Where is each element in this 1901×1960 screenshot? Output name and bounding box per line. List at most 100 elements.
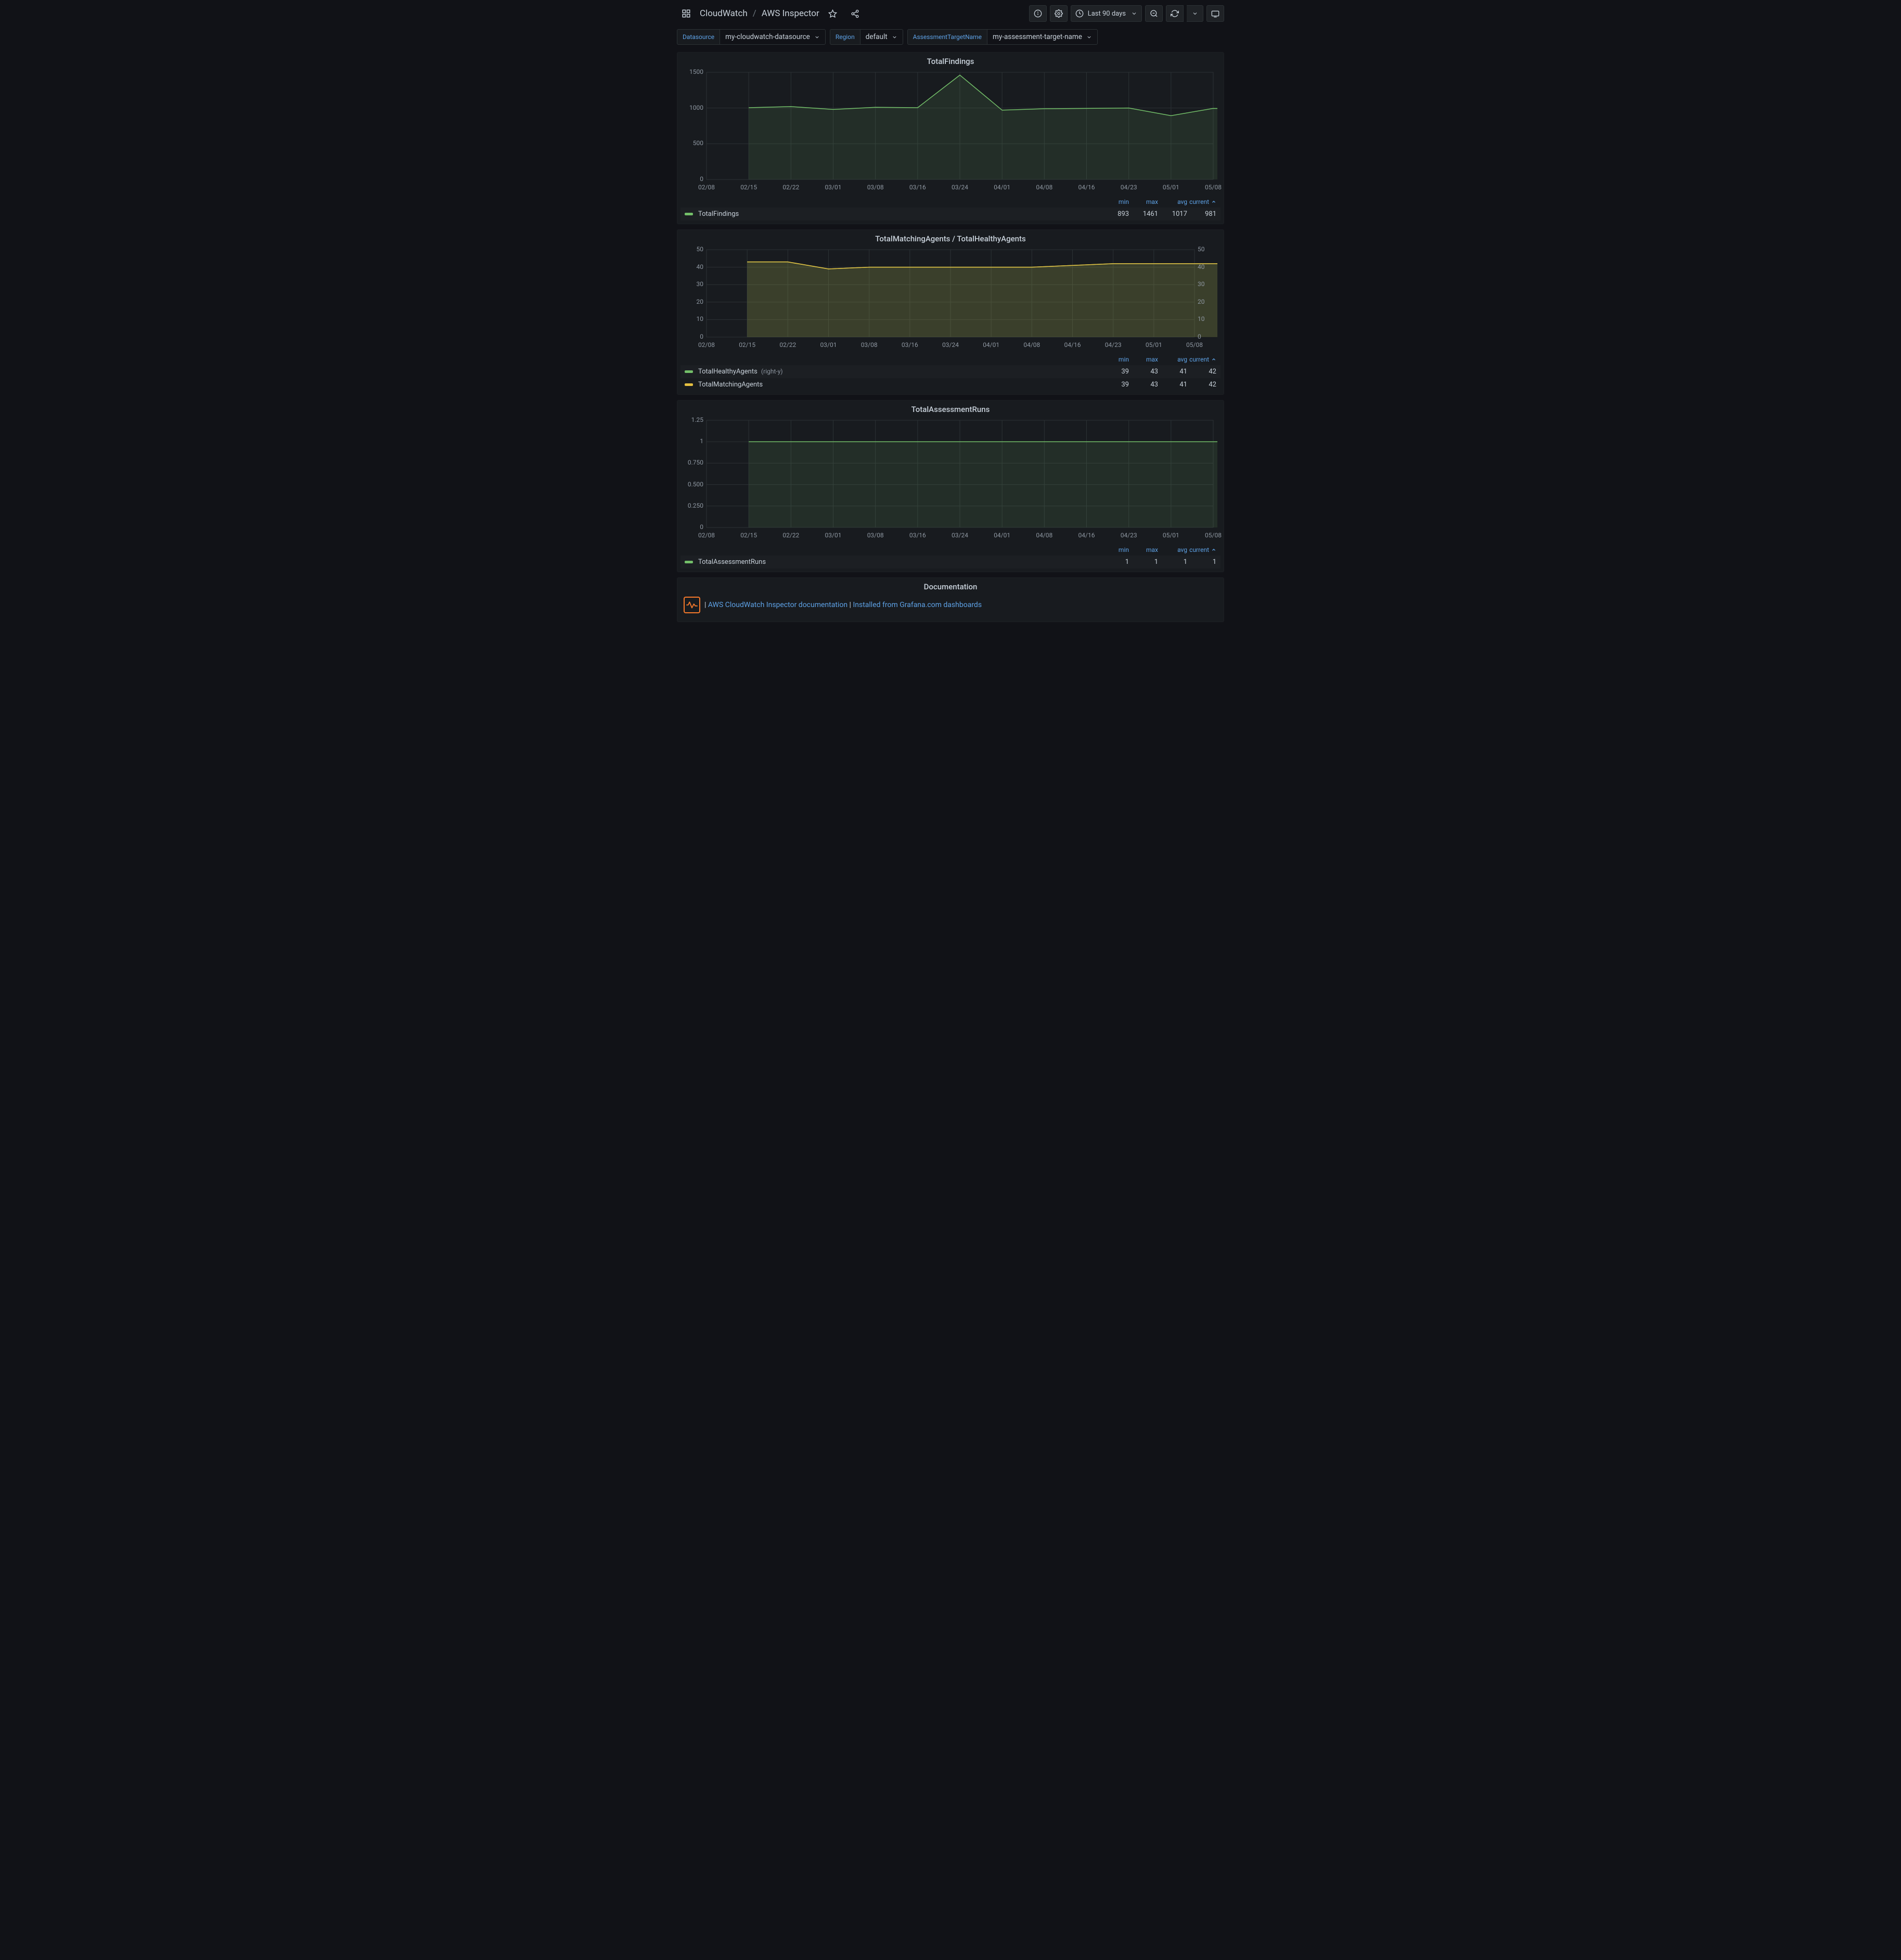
- x-tick: 03/24: [952, 532, 968, 539]
- val-avg: 1017: [1158, 210, 1187, 218]
- var-target-value[interactable]: my-assessment-target-name: [987, 29, 1098, 45]
- doc-link-aws[interactable]: AWS CloudWatch Inspector documentation: [708, 601, 847, 609]
- swatch-icon: [685, 561, 693, 563]
- x-tick: 03/24: [952, 184, 968, 191]
- swatch-icon: [685, 370, 693, 373]
- x-tick: 03/08: [867, 184, 884, 191]
- col-avg[interactable]: avg: [1158, 356, 1187, 363]
- col-max[interactable]: max: [1129, 356, 1158, 363]
- grafana-logo-icon: [684, 597, 700, 613]
- x-tick: 03/01: [820, 341, 837, 349]
- x-tick: 03/16: [909, 184, 926, 191]
- col-current[interactable]: current: [1187, 198, 1216, 205]
- x-tick: 04/01: [994, 184, 1010, 191]
- legend-row[interactable]: TotalAssessmentRuns 1 1 1 1: [680, 556, 1221, 569]
- x-tick: 04/01: [994, 532, 1010, 539]
- breadcrumb: CloudWatch / AWS Inspector: [700, 8, 819, 19]
- val-max: 1: [1129, 558, 1158, 566]
- chevron-up-icon: [1211, 547, 1216, 552]
- share-icon[interactable]: [846, 5, 864, 22]
- x-tick: 04/01: [983, 341, 999, 349]
- val-max: 43: [1129, 381, 1158, 389]
- var-datasource-value[interactable]: my-cloudwatch-datasource: [720, 29, 826, 45]
- gear-icon[interactable]: [1050, 5, 1068, 22]
- y-tick-right: 10: [1198, 315, 1217, 323]
- chart-total-findings[interactable]: 050010001500: [684, 69, 1217, 183]
- zoom-out-icon[interactable]: [1145, 5, 1163, 22]
- legend-row[interactable]: TotalMatchingAgents 39 43 41 42: [680, 378, 1221, 391]
- x-tick: 04/16: [1078, 184, 1095, 191]
- x-axis: 02/0802/1502/2203/0103/0803/1603/2404/01…: [684, 532, 1217, 541]
- breadcrumb-folder[interactable]: CloudWatch: [700, 8, 748, 19]
- panel-title[interactable]: TotalMatchingAgents / TotalHealthyAgents: [677, 230, 1224, 247]
- y-tick: 1000: [684, 104, 703, 111]
- panel-documentation: Documentation | AWS CloudWatch Inspector…: [677, 577, 1224, 622]
- var-region-label: Region: [830, 29, 860, 45]
- y-tick: 500: [684, 139, 703, 147]
- col-avg[interactable]: avg: [1158, 198, 1187, 205]
- col-min[interactable]: min: [1100, 198, 1129, 205]
- y-tick-right: 50: [1198, 246, 1217, 253]
- chevron-up-icon: [1211, 357, 1216, 362]
- panel-total-findings: TotalFindings 050010001500 02/0802/1502/…: [677, 52, 1224, 224]
- grid-icon[interactable]: [677, 5, 696, 22]
- chevron-up-icon: [1211, 199, 1216, 204]
- val-current: 1: [1187, 558, 1216, 566]
- y-tick: 1.25: [684, 416, 703, 423]
- x-tick: 02/22: [779, 341, 796, 349]
- var-region: Region default: [830, 29, 903, 45]
- y-tick: 20: [684, 298, 703, 305]
- legend-row[interactable]: TotalFindings 893 1461 1017 981: [680, 208, 1221, 221]
- panel-agents: TotalMatchingAgents / TotalHealthyAgents…: [677, 229, 1224, 395]
- x-tick: 02/08: [698, 532, 715, 539]
- col-avg[interactable]: avg: [1158, 546, 1187, 553]
- panel-title[interactable]: TotalAssessmentRuns: [677, 401, 1224, 417]
- x-tick: 04/23: [1121, 532, 1137, 539]
- x-tick: 03/01: [825, 532, 842, 539]
- val-avg: 41: [1158, 368, 1187, 376]
- chart-agents[interactable]: 0010102020303040405050: [684, 247, 1217, 340]
- star-icon[interactable]: [824, 5, 842, 22]
- panel-title[interactable]: Documentation: [677, 578, 1224, 595]
- col-max[interactable]: max: [1129, 546, 1158, 553]
- var-region-value[interactable]: default: [860, 29, 903, 45]
- x-tick: 02/08: [698, 184, 715, 191]
- y-tick: 30: [684, 280, 703, 288]
- time-range-picker[interactable]: Last 90 days: [1071, 5, 1142, 22]
- val-max: 43: [1129, 368, 1158, 376]
- val-current: 981: [1187, 210, 1216, 218]
- swatch-icon: [685, 383, 693, 386]
- x-tick: 02/15: [740, 184, 757, 191]
- swatch-icon: [685, 213, 693, 215]
- tv-icon[interactable]: [1206, 5, 1224, 22]
- chart-assessment-runs[interactable]: 00.2500.5000.75011.25: [684, 417, 1217, 531]
- page-title[interactable]: AWS Inspector: [762, 8, 819, 19]
- val-current: 42: [1187, 381, 1216, 389]
- y-tick-right: 40: [1198, 263, 1217, 270]
- y-tick-right: 0: [1198, 333, 1217, 340]
- y-tick: 50: [684, 246, 703, 253]
- x-tick: 05/01: [1163, 184, 1179, 191]
- col-min[interactable]: min: [1100, 356, 1129, 363]
- col-min[interactable]: min: [1100, 546, 1129, 553]
- panel-title[interactable]: TotalFindings: [677, 53, 1224, 69]
- series-name: TotalAssessmentRuns: [698, 558, 1100, 566]
- col-current[interactable]: current: [1187, 546, 1216, 553]
- var-datasource: Datasource my-cloudwatch-datasource: [677, 29, 826, 45]
- x-tick: 02/15: [739, 341, 755, 349]
- y-tick: 40: [684, 263, 703, 270]
- doc-link-grafana[interactable]: Installed from Grafana.com dashboards: [853, 601, 982, 609]
- col-max[interactable]: max: [1129, 198, 1158, 205]
- doc-links: | AWS CloudWatch Inspector documentation…: [704, 601, 982, 609]
- panel-assessment-runs: TotalAssessmentRuns 00.2500.5000.75011.2…: [677, 400, 1224, 572]
- series-name: TotalHealthyAgents (right-y): [698, 368, 1100, 376]
- legend-row[interactable]: TotalHealthyAgents (right-y) 39 43 41 42: [680, 365, 1221, 378]
- x-tick: 02/22: [782, 532, 799, 539]
- val-avg: 41: [1158, 381, 1187, 389]
- refresh-icon[interactable]: [1166, 5, 1184, 22]
- x-tick: 04/23: [1105, 341, 1122, 349]
- breadcrumb-sep: /: [753, 8, 756, 19]
- refresh-interval-picker[interactable]: [1187, 5, 1203, 22]
- info-icon[interactable]: [1029, 5, 1047, 22]
- col-current[interactable]: current: [1187, 356, 1216, 363]
